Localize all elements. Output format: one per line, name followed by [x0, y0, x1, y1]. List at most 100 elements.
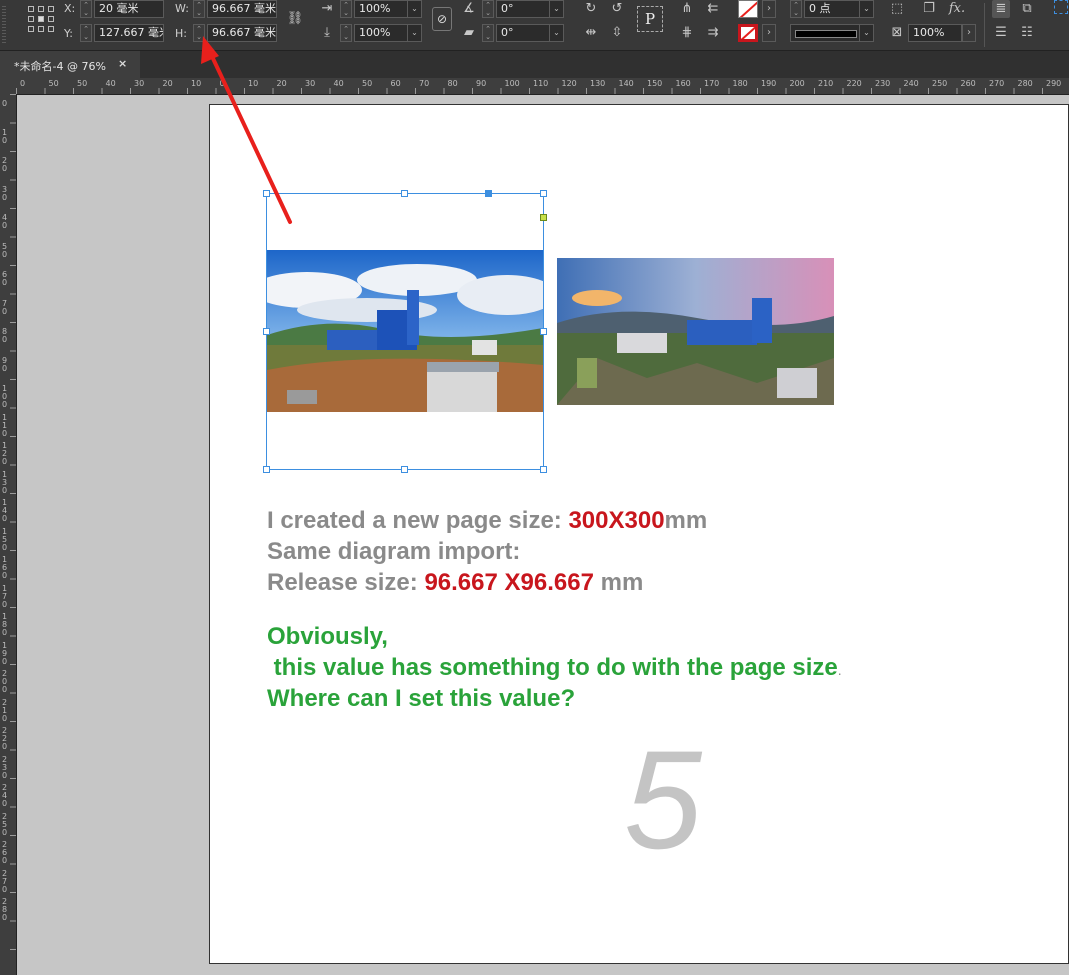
drop-shadow-icon[interactable]: ❐ — [920, 0, 938, 18]
resize-handle[interactable] — [263, 328, 270, 335]
fill-swatch-icon[interactable] — [738, 0, 758, 18]
ruler-tick-label: 210 — [2, 697, 8, 723]
stroke-weight-stepper[interactable]: ⌃ ⌄ — [790, 0, 802, 18]
select-previous-icon[interactable]: ⇇ — [704, 0, 722, 18]
stroke-dropdown[interactable]: › — [762, 24, 776, 42]
ruler-tick-label: 30 — [305, 79, 316, 88]
text-wrap-none-icon[interactable]: ≣ — [992, 0, 1010, 18]
opacity-dropdown[interactable]: › — [962, 24, 976, 42]
resize-handle[interactable] — [401, 466, 408, 473]
ruler-tick-label: 250 — [2, 811, 8, 837]
question-line-2: this value has something to do with the … — [267, 652, 842, 686]
selection-frame[interactable] — [263, 190, 547, 473]
panel-grip[interactable] — [2, 6, 6, 44]
ruler-tick-label: 160 — [675, 79, 691, 88]
x-field[interactable]: 20 毫米 — [94, 0, 164, 18]
text-run-highlight: 96.667 X96.667 — [424, 569, 594, 596]
frame-fitting-icon[interactable]: ⬚ — [888, 0, 906, 18]
ruler-tick-label: 180 — [2, 612, 8, 637]
width-field[interactable]: 96.667 毫米 — [207, 0, 277, 18]
select-container-icon[interactable]: ⋔ — [678, 0, 696, 18]
stroke-swatch-icon[interactable] — [738, 24, 758, 42]
resize-handle[interactable] — [540, 190, 547, 197]
ruler-tick-label: 130 — [590, 79, 606, 88]
stroke-weight-field[interactable]: 0 点 — [804, 0, 860, 18]
link-icon[interactable]: ⊘ — [432, 7, 452, 31]
shear-dropdown[interactable]: ⌄ — [550, 24, 564, 42]
rotate-angle-icon: ∡ — [463, 1, 475, 16]
text-line-1: I created a new page size: 300X300mm — [267, 505, 707, 536]
ruler-tick-label: 110 — [533, 79, 549, 88]
stroke-type-select[interactable] — [790, 24, 860, 42]
select-next-icon[interactable]: ⇉ — [704, 24, 722, 42]
ruler-origin[interactable] — [0, 78, 17, 95]
ruler-tick-label: 0 — [20, 79, 26, 88]
content-grabber-handle[interactable] — [485, 190, 492, 197]
rotate-ccw-icon[interactable]: ↺ — [608, 0, 626, 18]
auto-fit-icon[interactable] — [1054, 0, 1068, 14]
ruler-tick-label: 30 — [2, 184, 8, 202]
text-run: I created a new page size: — [267, 507, 569, 534]
text-wrap-shape-icon[interactable]: ☰ — [992, 24, 1010, 42]
scale-y-stepper[interactable]: ⌃ ⌄ — [340, 24, 352, 42]
fx-icon[interactable]: fx. — [948, 0, 966, 18]
separator — [984, 3, 985, 47]
scale-x-dropdown[interactable]: ⌄ — [408, 0, 422, 18]
ruler-tick-label: 150 — [2, 526, 8, 552]
ruler-tick-label: 40 — [333, 79, 344, 88]
resize-handle[interactable] — [540, 466, 547, 473]
stroke-weight-dropdown[interactable]: ⌄ — [860, 0, 874, 18]
resize-handle[interactable] — [401, 190, 408, 197]
w-stepper[interactable]: ⌃ ⌄ — [193, 0, 205, 18]
scale-x-stepper[interactable]: ⌃ ⌄ — [340, 0, 352, 18]
close-tab-icon[interactable]: × — [118, 57, 127, 70]
scale-y-dropdown[interactable]: ⌄ — [408, 24, 422, 42]
rotate-field[interactable]: 0° — [496, 0, 550, 18]
ruler-tick-label: 130 — [2, 469, 8, 495]
resize-handle[interactable] — [263, 466, 270, 473]
text-wrap-jump-icon[interactable]: ☷ — [1018, 24, 1036, 42]
ruler-tick-label: 210 — [818, 79, 834, 88]
placed-image-plant-sunset[interactable] — [557, 258, 834, 405]
ruler-tick-label: 140 — [2, 498, 8, 523]
text-wrap-bbox-icon[interactable]: ⧉ — [1018, 0, 1036, 18]
ruler-tick-label: 170 — [2, 583, 8, 609]
ruler-tick-label: 30 — [134, 79, 145, 88]
ruler-tick-label: 50 — [48, 79, 59, 88]
x-stepper[interactable]: ⌃ ⌄ — [80, 0, 92, 18]
stroke-type-dropdown[interactable]: ⌄ — [860, 24, 874, 42]
ruler-tick-label: 70 — [419, 79, 430, 88]
ruler-tick-label: 100 — [2, 384, 8, 409]
ruler-tick-label: 270 — [989, 79, 1005, 88]
document-tab-bar — [0, 51, 1069, 78]
ruler-tick-label: 190 — [2, 640, 8, 666]
ruler-tick-label: 230 — [2, 754, 8, 780]
shear-field[interactable]: 0° — [496, 24, 550, 42]
y-stepper[interactable]: ⌃ ⌄ — [80, 24, 92, 42]
flip-horizontal-icon[interactable]: ⇹ — [582, 24, 600, 42]
y-field[interactable]: 127.667 毫米 — [94, 24, 164, 42]
rotate-cw-icon[interactable]: ↻ — [582, 0, 600, 18]
ruler-tick-label: 220 — [2, 726, 8, 751]
corner-options-handle[interactable] — [540, 214, 547, 221]
p-icon[interactable]: P — [637, 6, 663, 32]
ruler-tick-label: 170 — [704, 79, 720, 88]
resize-handle[interactable] — [540, 328, 547, 335]
flip-vertical-icon[interactable]: ⇳ — [608, 24, 626, 42]
scale-x-field[interactable]: 100% — [354, 0, 408, 18]
ruler-tick-label: 280 — [2, 897, 8, 922]
scale-y-field[interactable]: 100% — [354, 24, 408, 42]
document-tab-title[interactable]: *未命名-4 @ 76% — [14, 58, 106, 74]
text-line-3: Release size: 96.667 X96.667 mm — [267, 567, 643, 598]
fill-dropdown[interactable]: › — [762, 0, 776, 18]
opacity-field[interactable]: 100% — [908, 24, 962, 42]
ruler-tick-label: 260 — [960, 79, 976, 88]
select-content-icon[interactable]: ⋕ — [678, 24, 696, 42]
reference-point-icon[interactable] — [28, 6, 54, 32]
text-run: . — [837, 662, 842, 678]
ruler-tick-label: 280 — [1017, 79, 1033, 88]
shear-stepper[interactable]: ⌃ ⌄ — [482, 24, 494, 42]
rotate-stepper[interactable]: ⌃ ⌄ — [482, 0, 494, 18]
constrain-proportions-icon[interactable]: ⛓ — [286, 10, 304, 28]
rotate-dropdown[interactable]: ⌄ — [550, 0, 564, 18]
